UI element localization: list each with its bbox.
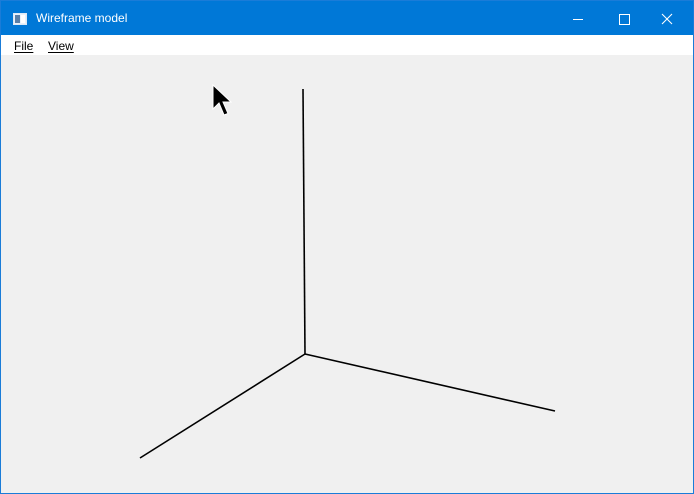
minimize-icon [573,19,583,20]
app-window-icon [13,12,27,25]
mouse-pointer-icon [212,83,234,123]
minimize-button[interactable] [555,1,601,35]
wireframe-canvas[interactable] [1,55,693,493]
maximize-button[interactable] [601,1,647,35]
title-bar[interactable]: Wireframe model [1,1,693,35]
menu-bar: File View [1,35,693,55]
menu-file[interactable]: File [14,39,33,53]
wireframe-axes [139,88,556,459]
axis-left-line [139,353,306,459]
close-icon [661,13,673,25]
close-button[interactable] [647,1,693,35]
axis-vertical-line [302,88,306,355]
window-title: Wireframe model [36,11,128,25]
axis-right-line [304,353,556,412]
maximize-icon [619,14,630,25]
app-window: Wireframe model File View [0,0,694,494]
menu-view[interactable]: View [48,39,74,53]
